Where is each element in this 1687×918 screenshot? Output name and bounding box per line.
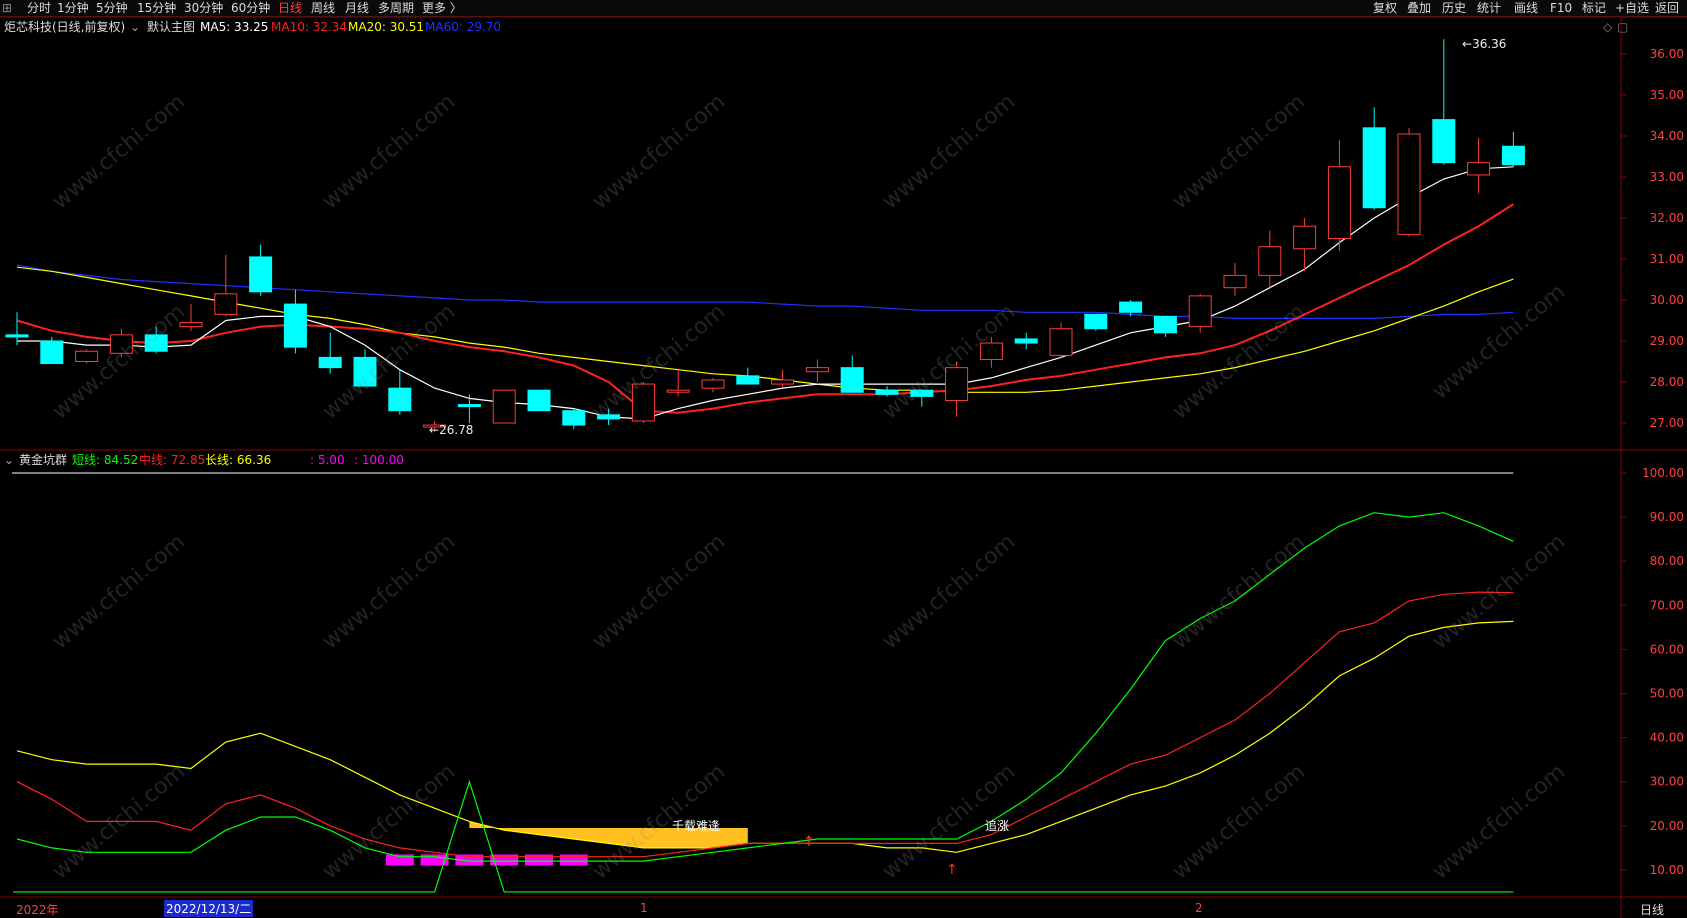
watermark-text: www.cfchi.com bbox=[588, 529, 730, 654]
watermark-text: www.cfchi.com bbox=[48, 299, 190, 424]
month-label-2: 2 bbox=[1195, 901, 1203, 915]
watermark-text: www.cfchi.com bbox=[48, 89, 190, 214]
candle bbox=[1188, 293, 1212, 333]
watermark-text: www.cfchi.com bbox=[1428, 279, 1570, 404]
candle bbox=[562, 408, 586, 430]
period-indicator[interactable]: 日线 bbox=[1640, 901, 1664, 918]
candle bbox=[840, 355, 864, 393]
watermark-text: www.cfchi.com bbox=[1168, 89, 1310, 214]
ma5-line bbox=[17, 166, 1514, 420]
signal-line bbox=[13, 779, 1514, 893]
indicator-tick-label: 80.00 bbox=[1650, 554, 1684, 568]
price-tick-label: 34.00 bbox=[1650, 129, 1684, 143]
up-arrow-icon: ↑ bbox=[803, 834, 815, 850]
indicator-tick-label: 70.00 bbox=[1650, 598, 1684, 612]
price-tick-label: 33.00 bbox=[1650, 170, 1684, 184]
long-line bbox=[16, 620, 1514, 853]
price-tick-label: 27.00 bbox=[1650, 416, 1684, 430]
candle bbox=[1223, 263, 1247, 296]
candle bbox=[1467, 138, 1491, 194]
indicator-tick-label: 10.00 bbox=[1650, 863, 1684, 877]
price-tick-label: 28.00 bbox=[1650, 375, 1684, 389]
time-axis: 2022年 2022/12/13/二 1 2 日线 bbox=[0, 898, 1687, 918]
watermark-text: www.cfchi.com bbox=[48, 529, 190, 654]
month-label-1: 1 bbox=[640, 901, 648, 915]
kline-chart[interactable]: 36.00 35.00 34.00 33.00 32.00 31.00 30.00 29.00… bbox=[0, 0, 1687, 918]
watermark-text: www.cfchi.com bbox=[878, 529, 1020, 654]
price-tick-label: 36.00 bbox=[1650, 47, 1684, 61]
price-axis: 36.00 35.00 34.00 33.00 32.00 31.00 30.00 29.00… bbox=[1621, 47, 1684, 430]
price-tick-label: 31.00 bbox=[1650, 252, 1684, 266]
candle bbox=[388, 369, 412, 415]
candle bbox=[492, 389, 516, 424]
candle bbox=[249, 244, 273, 296]
watermark-text: www.cfchi.com bbox=[318, 759, 460, 884]
price-tick-label: 30.00 bbox=[1650, 293, 1684, 307]
year-label: 2022年 bbox=[16, 903, 59, 917]
high-value: 36.36 bbox=[1472, 37, 1506, 51]
indicator-tick-label: 40.00 bbox=[1650, 731, 1684, 745]
watermark-text: www.cfchi.com bbox=[1168, 759, 1310, 884]
indicator-lines bbox=[13, 512, 1514, 893]
candle bbox=[1432, 39, 1456, 165]
price-tick-label: 35.00 bbox=[1650, 88, 1684, 102]
watermark-text: www.cfchi.com bbox=[48, 759, 190, 884]
watermark-text: www.cfchi.com bbox=[1428, 529, 1570, 654]
candle bbox=[457, 394, 481, 423]
indicator-tick-label: 100.00 bbox=[1642, 466, 1684, 480]
candle bbox=[1153, 315, 1177, 337]
candle bbox=[1501, 131, 1525, 167]
candle bbox=[736, 367, 760, 385]
candle bbox=[1049, 322, 1073, 358]
candle bbox=[1362, 107, 1386, 210]
candle bbox=[283, 289, 307, 354]
candle bbox=[1258, 230, 1282, 288]
candle bbox=[5, 312, 29, 346]
indicator-tick-label: 20.00 bbox=[1650, 819, 1684, 833]
candle bbox=[318, 332, 342, 374]
indicator-fill bbox=[12, 472, 1514, 866]
zhuizhang-label: 追涨 bbox=[985, 818, 1009, 833]
watermark-text: www.cfchi.com bbox=[318, 529, 460, 654]
candle bbox=[701, 377, 725, 393]
watermark-text: www.cfchi.com bbox=[878, 299, 1020, 424]
watermark-text: www.cfchi.com bbox=[588, 89, 730, 214]
watermark-text: www.cfchi.com bbox=[1168, 529, 1310, 654]
candle bbox=[75, 349, 99, 364]
ma-lines bbox=[16, 166, 1514, 420]
low-annotation: ←26.78 bbox=[429, 423, 473, 437]
price-tick-label: 29.00 bbox=[1650, 334, 1684, 348]
mid-line bbox=[16, 591, 1514, 858]
candle bbox=[1014, 332, 1038, 350]
watermark-text: www.cfchi.com bbox=[1428, 759, 1570, 884]
indicator-axis: 100.00 90.00 80.00 70.00 60.00 50.00 40.00 30.0… bbox=[1621, 466, 1684, 877]
candle bbox=[805, 359, 829, 382]
high-annotation: ←36.36 bbox=[1462, 37, 1506, 51]
low-value: 26.78 bbox=[439, 423, 473, 437]
candle bbox=[666, 369, 690, 397]
watermark-text: www.cfchi.com bbox=[318, 89, 460, 214]
candle bbox=[1327, 140, 1351, 251]
up-arrow-icon: ↑ bbox=[946, 862, 958, 878]
indicator-tick-label: 30.00 bbox=[1650, 775, 1684, 789]
cursor-date-label: 2022/12/13/二 bbox=[164, 900, 254, 917]
candle bbox=[527, 389, 551, 412]
indicator-tick-label: 90.00 bbox=[1650, 510, 1684, 524]
candle bbox=[1084, 313, 1108, 331]
indicator-tick-label: 50.00 bbox=[1650, 687, 1684, 701]
candle bbox=[1397, 127, 1421, 237]
watermark-text: www.cfchi.com bbox=[878, 89, 1020, 214]
indicator-tick-label: 60.00 bbox=[1650, 642, 1684, 656]
candle bbox=[40, 336, 64, 365]
qianzai-label: 千载难逢 bbox=[672, 819, 720, 833]
price-tick-label: 32.00 bbox=[1650, 211, 1684, 225]
